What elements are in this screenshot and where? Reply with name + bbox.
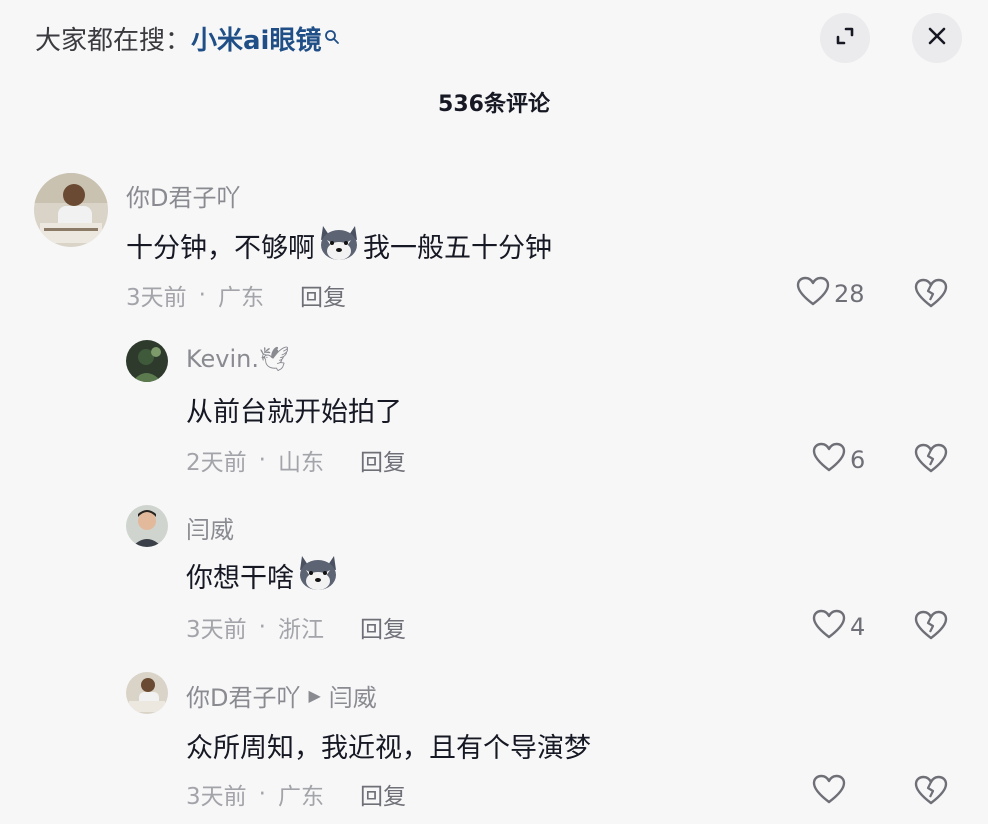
comment-item: 你D君子吖 十分钟，不够啊 我一般五十分钟 3天前 · 广东 回复 28 [0,170,988,320]
reply-text: 你想干啥 [186,552,342,599]
comment-location: 广东 [217,285,264,311]
broken-heart-icon [914,278,948,312]
expand-icon [833,24,857,52]
reply-item: 闫威 你想干啥 3天前 · 浙江 回复 4 [0,504,988,654]
reply-button[interactable]: 回复 [360,777,406,811]
close-button[interactable] [912,13,962,63]
comment-text-part: 十分钟，不够啊 [126,233,315,264]
like-count: 6 [850,446,866,474]
dislike-button[interactable] [914,775,948,809]
reply-location: 山东 [277,450,324,476]
comment-text-part: 我一般五十分钟 [363,233,552,264]
dislike-button[interactable] [914,443,948,477]
reply-button[interactable]: 回复 [360,443,406,477]
dislike-button[interactable] [914,610,948,644]
dislike-button[interactable] [914,278,948,312]
reply-text: 众所周知，我近视，且有个导演梦 [186,733,591,764]
heart-icon [812,609,850,645]
avatar[interactable] [126,672,168,714]
meta-separator: · [198,282,206,308]
heart-icon [812,774,850,810]
comment-text: 十分钟，不够啊 我一般五十分钟 [126,222,552,269]
search-suggestion[interactable]: 大家都在搜：小米ai眼镜 [35,20,340,57]
heart-icon [812,442,850,478]
like-button[interactable] [812,774,850,810]
husky-emoji-icon [296,552,340,599]
search-suggestion-term[interactable]: 小米ai眼镜 [191,26,321,56]
reply-item: 你D君子吖 ▶ 闫威 众所周知，我近视，且有个导演梦 3天前 · 广东 回复 [0,670,988,824]
broken-heart-icon [914,775,948,809]
like-button[interactable]: 6 [812,442,865,478]
reply-username[interactable]: 闫威 [186,510,234,545]
reply-text: 从前台就开始拍了 [186,397,402,428]
close-icon [926,25,948,51]
reply-button[interactable]: 回复 [360,610,406,644]
reply-meta: 2天前 · 山东 回复 [186,443,406,477]
reply-author[interactable]: 你D君子吖 [186,678,300,713]
meta-separator: · [258,614,266,640]
avatar[interactable] [34,173,108,247]
search-suggestion-prefix: 大家都在搜： [35,26,192,56]
reply-time: 3天前 [186,617,247,643]
reply-text-part: 你想干啥 [186,563,294,594]
like-count: 28 [834,280,865,308]
expand-button[interactable] [820,13,870,63]
heart-icon [796,276,834,312]
avatar[interactable] [126,505,168,547]
reply-location: 浙江 [277,617,324,643]
meta-separator: · [258,447,266,473]
broken-heart-icon [914,610,948,644]
reply-time: 2天前 [186,450,247,476]
husky-emoji-icon [317,222,361,269]
broken-heart-icon [914,443,948,477]
reply-button[interactable]: 回复 [300,278,346,312]
comment-username[interactable]: 你D君子吖 [126,178,240,213]
reply-item: Kevin.🕊 从前台就开始拍了 2天前 · 山东 回复 6 [0,338,988,488]
like-count: 4 [850,613,866,641]
comment-meta: 3天前 · 广东 回复 [126,278,346,312]
like-button[interactable]: 4 [812,609,865,645]
comment-count-title: 536条评论 [438,92,550,117]
reply-meta: 3天前 · 浙江 回复 [186,610,406,644]
like-button[interactable]: 28 [796,276,865,312]
meta-separator: · [258,781,266,807]
reply-target[interactable]: 闫威 [329,678,377,713]
reply-username: 你D君子吖 ▶ 闫威 [186,678,377,713]
avatar[interactable] [126,340,168,382]
search-icon [324,22,340,52]
top-bar: 大家都在搜：小米ai眼镜 [0,0,988,80]
reply-time: 3天前 [186,784,247,810]
comment-time: 3天前 [126,285,187,311]
reply-location: 广东 [277,784,324,810]
reply-username[interactable]: Kevin.🕊 [186,345,290,373]
reply-arrow-icon: ▶ [308,686,321,705]
reply-meta: 3天前 · 广东 回复 [186,777,406,811]
